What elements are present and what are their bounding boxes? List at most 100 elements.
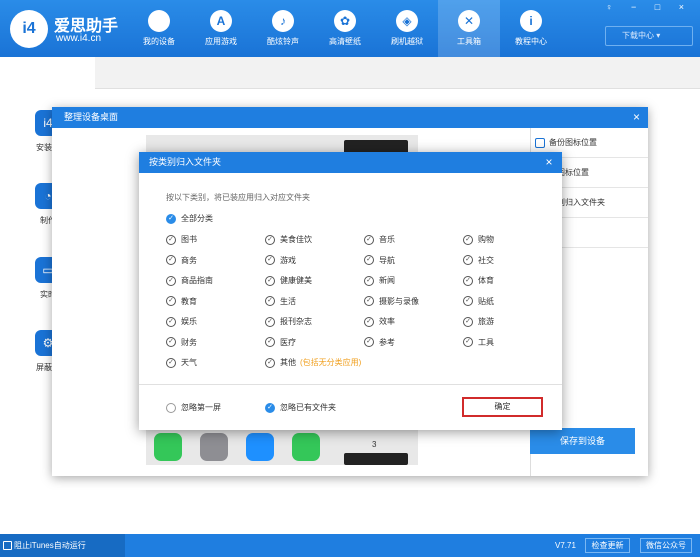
other-note: (包括无分类应用) xyxy=(300,358,362,367)
checkmark-icon: ✓ xyxy=(463,234,473,245)
nav-wallpapers[interactable]: ✿ 高清壁纸 xyxy=(314,0,376,57)
category-label: 体育 xyxy=(478,276,494,285)
checkbox-skip-existing-folders[interactable]: ✓ 忽略已有文件夹 xyxy=(265,402,336,413)
checkbox-skip-first-screen[interactable]: ✓ 忽略第一屏 xyxy=(166,402,221,413)
ok-button[interactable]: 确定 xyxy=(462,397,543,417)
categorize-folder-dialog: 按类别归入文件夹 × 按以下类别，将已装应用归入对应文件夹 ✓ 全部分类 ✓ 图书… xyxy=(139,152,562,430)
category-label: 商品指南 xyxy=(181,276,213,285)
category-checkbox[interactable]: ✓ 贴纸 xyxy=(463,296,494,307)
top-bar: i4 爱思助手 www.i4.cn 我的设备 A 应用游戏 ♪ 酷炫铃声 ✿ 高… xyxy=(0,0,700,57)
checkmark-icon: ✓ xyxy=(166,316,176,327)
app-store-icon: A xyxy=(210,10,232,32)
close-icon[interactable]: × xyxy=(633,107,640,128)
category-label: 其他 xyxy=(280,358,296,367)
category-label: 旅游 xyxy=(478,317,494,326)
dialog-title-bar: 按类别归入文件夹 × xyxy=(139,152,562,173)
category-checkbox[interactable]: ✓ 其他 (包括无分类应用) xyxy=(265,357,361,368)
category-checkbox[interactable]: ✓ 效率 xyxy=(364,316,395,327)
checkbox-all-categories[interactable]: ✓ 全部分类 xyxy=(166,213,213,224)
nav-flash-jailbreak[interactable]: ◈ 刷机越狱 xyxy=(376,0,438,57)
checkmark-icon: ✓ xyxy=(463,255,473,265)
close-icon[interactable]: × xyxy=(542,152,556,173)
category-label: 社交 xyxy=(478,255,494,265)
instruction-text: 按以下类别，将已装应用归入对应文件夹 xyxy=(166,193,310,202)
checkbox-empty-icon: ✓ xyxy=(166,402,176,413)
save-to-device-button[interactable]: 保存到设备 xyxy=(530,428,635,454)
nav-tutorials[interactable]: i 教程中心 xyxy=(500,0,562,57)
backup-icon xyxy=(535,138,545,148)
category-label: 工具 xyxy=(478,337,494,347)
category-checkbox[interactable]: ✓ 商品指南 xyxy=(166,275,213,286)
dialog-title-bar: 整理设备桌面 × xyxy=(52,107,648,128)
category-checkbox[interactable]: ✓ 购物 xyxy=(463,234,494,245)
category-label: 贴纸 xyxy=(478,296,494,306)
category-label: 摄影与录像 xyxy=(379,296,419,306)
checkmark-icon: ✓ xyxy=(166,234,176,245)
check-update-button[interactable]: 检查更新 xyxy=(585,538,630,553)
bell-icon: ♪ xyxy=(272,10,294,32)
checkmark-icon: ✓ xyxy=(463,316,473,327)
checkmark-icon: ✓ xyxy=(166,213,176,224)
block-itunes-toggle[interactable]: 阻止iTunes自动运行 xyxy=(0,534,125,557)
category-checkbox[interactable]: ✓ 摄影与录像 xyxy=(364,296,419,307)
main-nav: 我的设备 A 应用游戏 ♪ 酷炫铃声 ✿ 高清壁纸 ◈ 刷机越狱 ✕ 工具箱 i… xyxy=(128,0,562,57)
flower-icon: ✿ xyxy=(334,10,356,32)
category-checkbox[interactable]: ✓ 新闻 xyxy=(364,275,395,286)
wechat-button[interactable]: 微信公众号 xyxy=(640,538,692,553)
category-checkbox[interactable]: ✓ 导航 xyxy=(364,255,395,266)
checkmark-icon: ✓ xyxy=(364,296,374,306)
nav-toolbox[interactable]: ✕ 工具箱 xyxy=(438,0,500,57)
window-controls[interactable]: ♀ − □ × xyxy=(606,2,692,12)
checkmark-icon: ✓ xyxy=(166,296,176,306)
category-checkbox[interactable]: ✓ 旅游 xyxy=(463,316,494,327)
nav-ringtones[interactable]: ♪ 酷炫铃声 xyxy=(252,0,314,57)
nav-label: 酷炫铃声 xyxy=(267,37,299,46)
nav-label: 我的设备 xyxy=(143,37,175,46)
category-label: 音乐 xyxy=(379,235,395,244)
category-checkbox[interactable]: ✓ 报刊杂志 xyxy=(265,316,312,327)
checkmark-icon: ✓ xyxy=(265,255,275,265)
checkmark-icon: ✓ xyxy=(265,337,275,347)
category-label: 报刊杂志 xyxy=(280,317,312,326)
nav-apps-games[interactable]: A 应用游戏 xyxy=(190,0,252,57)
checkmark-icon: ✓ xyxy=(364,337,374,347)
category-checkbox[interactable]: ✓ 参考 xyxy=(364,337,395,348)
category-checkbox[interactable]: ✓ 生活 xyxy=(265,296,296,307)
category-label: 商务 xyxy=(181,255,197,265)
category-checkbox[interactable]: ✓ 天气 xyxy=(166,357,197,368)
category-checkbox[interactable]: ✓ 健康健美 xyxy=(265,275,312,286)
checkmark-icon: ✓ xyxy=(166,255,176,265)
checkbox-icon xyxy=(3,541,12,550)
category-checkbox[interactable]: ✓ 美食佳饮 xyxy=(265,234,312,245)
category-checkbox[interactable]: ✓ 医疗 xyxy=(265,337,296,348)
category-checkbox[interactable]: ✓ 教育 xyxy=(166,296,197,307)
checkmark-icon: ✓ xyxy=(265,234,275,245)
category-checkbox[interactable]: ✓ 财务 xyxy=(166,337,197,348)
category-label: 参考 xyxy=(379,337,395,347)
dialog-title: 按类别归入文件夹 xyxy=(149,157,222,167)
category-checkbox[interactable]: ✓ 图书 xyxy=(166,234,197,245)
block-itunes-label: 阻止iTunes自动运行 xyxy=(14,541,86,550)
checkmark-icon: ✓ xyxy=(265,402,275,413)
category-label: 新闻 xyxy=(379,276,395,285)
divider xyxy=(139,384,562,385)
checkmark-icon: ✓ xyxy=(364,316,374,327)
checkmark-icon: ✓ xyxy=(265,316,275,327)
category-checkbox[interactable]: ✓ 商务 xyxy=(166,255,197,266)
nav-my-device[interactable]: 我的设备 xyxy=(128,0,190,57)
category-checkbox[interactable]: ✓ 体育 xyxy=(463,275,494,286)
category-label: 生活 xyxy=(280,296,296,306)
category-checkbox[interactable]: ✓ 社交 xyxy=(463,255,494,266)
checkmark-icon: ✓ xyxy=(265,357,275,368)
checkmark-icon: ✓ xyxy=(463,275,473,286)
category-checkbox[interactable]: ✓ 娱乐 xyxy=(166,316,197,327)
download-center-button[interactable]: 下载中心 ▾ xyxy=(605,26,693,46)
category-checkbox[interactable]: ✓ 工具 xyxy=(463,337,494,348)
status-bar: 阻止iTunes自动运行 V7.71 检查更新 微信公众号 xyxy=(0,534,700,557)
category-label: 医疗 xyxy=(280,337,296,347)
category-checkbox[interactable]: ✓ 音乐 xyxy=(364,234,395,245)
nav-label: 应用游戏 xyxy=(205,37,237,46)
category-label: 游戏 xyxy=(280,255,296,265)
nav-label: 高清壁纸 xyxy=(329,37,361,46)
category-checkbox[interactable]: ✓ 游戏 xyxy=(265,255,296,266)
